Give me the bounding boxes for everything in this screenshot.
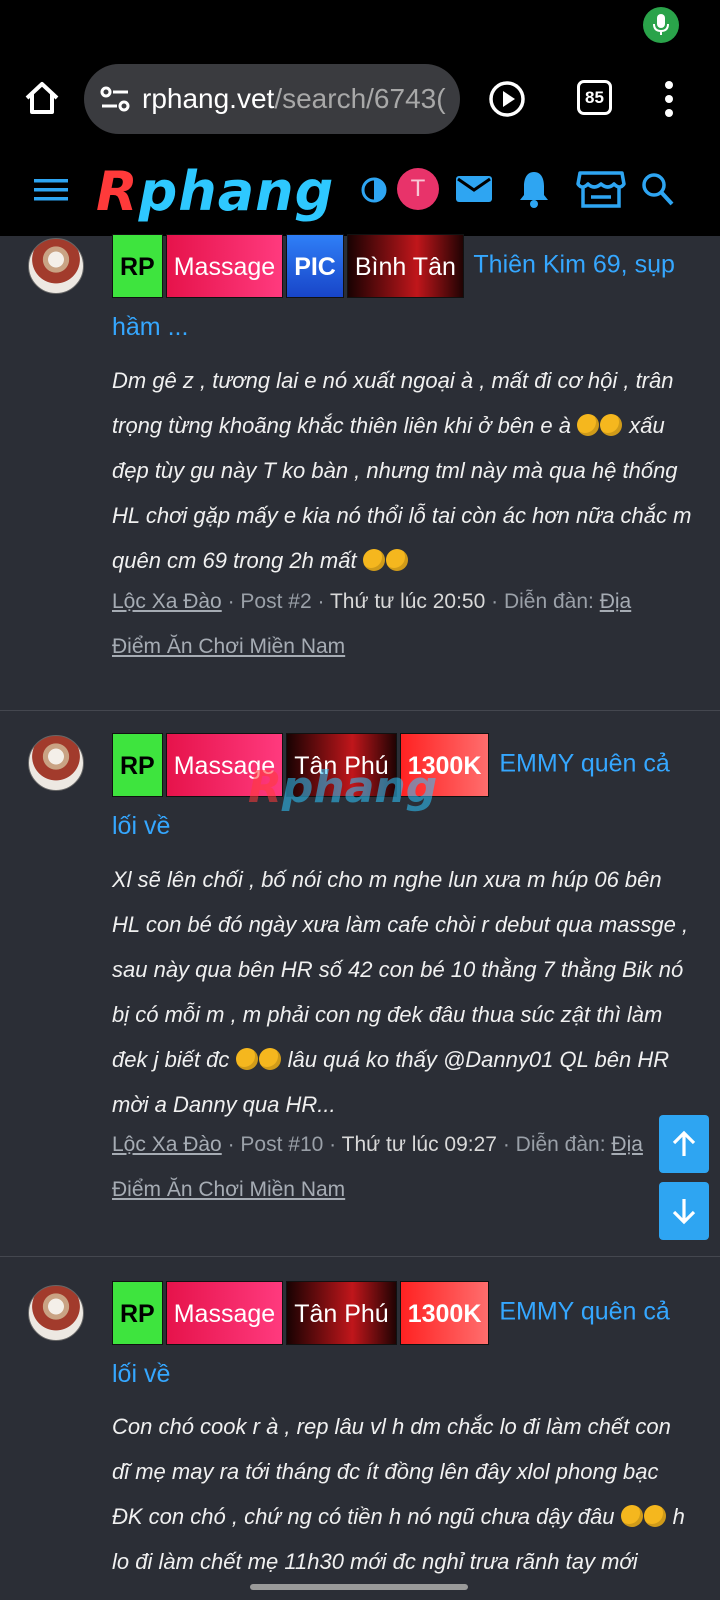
home-icon[interactable] — [22, 78, 62, 118]
avatar[interactable] — [28, 735, 84, 791]
scroll-to-top-button[interactable] — [659, 1115, 709, 1173]
forum-label: Diễn đàn: — [515, 1133, 606, 1156]
more-icon[interactable] — [664, 80, 674, 118]
tag-prefix[interactable]: Massage — [165, 733, 284, 797]
search-result-item: RP Massage PIC Bình Tân Thiên Kim 69, sụp h… — [0, 234, 720, 711]
tag-prefix[interactable]: RP — [112, 733, 163, 797]
scroll-to-bottom-button[interactable] — [659, 1182, 709, 1240]
post-number: Post #2 — [240, 590, 312, 613]
mic-icon[interactable] — [643, 7, 679, 43]
arrow-up-icon — [672, 1130, 696, 1156]
post-snippet: Con chó cook r à , rep lâu vl h dm chắc … — [112, 1404, 692, 1584]
tag-prefix[interactable]: Massage — [165, 234, 284, 298]
url-bar[interactable]: rphang.vet/search/6743( — [84, 64, 460, 134]
result-title-link[interactable]: RP Massage Tân Phú 1300K EMMY quên cả lối v… — [112, 733, 692, 855]
result-title-link[interactable]: RP Massage PIC Bình Tân Thiên Kim 69, sụp h… — [112, 234, 692, 356]
post-snippet: Xl sẽ lên chối , bố nói cho m nghe lun x… — [112, 857, 692, 1127]
rofl-emoji-icon — [643, 1505, 666, 1527]
url-path: /search/6743( — [274, 83, 446, 114]
tabs-icon[interactable]: 85 — [577, 80, 612, 115]
avatar-letter: T — [410, 175, 426, 202]
avatar[interactable] — [28, 238, 84, 294]
url-text: rphang.vet/search/6743( — [142, 83, 446, 115]
tag-prefix[interactable]: Tân Phú — [286, 1281, 397, 1345]
tab-count: 85 — [585, 87, 604, 107]
author-link[interactable]: Lộc Xa Đào — [112, 1133, 222, 1156]
tag-prefix[interactable]: Tân Phú — [286, 733, 397, 797]
tag-prefix[interactable]: RP — [112, 1281, 163, 1345]
search-icon[interactable] — [641, 168, 675, 210]
logo-first: R — [96, 160, 139, 223]
tag-prefix[interactable]: 1300K — [399, 1281, 490, 1345]
rofl-emoji-icon — [577, 414, 600, 436]
rofl-emoji-icon — [385, 549, 408, 571]
post-snippet: Dm gê z , tương lai e nó xuất ngoại à , … — [112, 358, 692, 583]
rofl-emoji-icon — [235, 1048, 258, 1070]
tag-prefix[interactable]: 1300K — [399, 733, 490, 797]
menu-icon[interactable] — [34, 176, 68, 204]
post-number: Post #10 — [240, 1133, 324, 1156]
store-icon[interactable] — [576, 168, 626, 210]
url-host: rphang.vet — [142, 83, 275, 114]
author-link[interactable]: Lộc Xa Đào — [112, 590, 222, 613]
search-result-item: RP Massage Tân Phú 1300K EMMY quên cả lối v… — [0, 711, 720, 1257]
rofl-emoji-icon — [362, 549, 385, 571]
rofl-emoji-icon — [258, 1048, 281, 1070]
arrow-down-icon — [672, 1199, 696, 1225]
logo-rest: phang — [138, 160, 335, 223]
contrast-icon[interactable] — [360, 176, 388, 204]
avatar[interactable] — [28, 1285, 84, 1341]
user-avatar[interactable]: T — [397, 168, 439, 210]
rofl-emoji-icon — [600, 414, 623, 436]
tag-prefix[interactable]: PIC — [286, 234, 344, 298]
post-meta: Lộc Xa Đào · Post #2 · Thứ tư lúc 20:50 … — [112, 590, 632, 658]
post-time: Thứ tư lúc 09:27 — [341, 1133, 497, 1156]
browser-chrome: rphang.vet/search/6743( 85 — [0, 0, 720, 150]
gesture-navigation-bar[interactable] — [250, 1584, 468, 1590]
play-icon[interactable] — [488, 80, 526, 118]
snippet-text: Xl sẽ lên chối , bố nói cho m nghe lun x… — [112, 867, 689, 1072]
post-meta: Lộc Xa Đào · Post #10 · Thứ tư lúc 09:27… — [112, 1133, 643, 1201]
site-logo[interactable]: Rphang — [96, 160, 334, 223]
rofl-emoji-icon — [620, 1505, 643, 1527]
search-result-item: RP Massage Tân Phú 1300K EMMY quên cả lối v… — [0, 1257, 720, 1600]
forum-label: Diễn đàn: — [503, 590, 594, 613]
tag-prefix[interactable]: Massage — [165, 1281, 284, 1345]
bell-icon[interactable] — [517, 168, 551, 210]
mail-icon[interactable] — [455, 168, 493, 210]
site-header: Rphang T — [0, 150, 720, 236]
site-settings-icon[interactable] — [98, 82, 132, 116]
result-title-link[interactable]: RP Massage Tân Phú 1300K EMMY quên cả lối v… — [112, 1281, 692, 1403]
post-time: Thứ tư lúc 20:50 — [329, 590, 486, 613]
tag-prefix[interactable]: RP — [112, 234, 163, 298]
tag-prefix[interactable]: Bình Tân — [346, 234, 464, 298]
snippet-text: Con chó cook r à , rep lâu vl h dm chắc … — [112, 1414, 671, 1529]
